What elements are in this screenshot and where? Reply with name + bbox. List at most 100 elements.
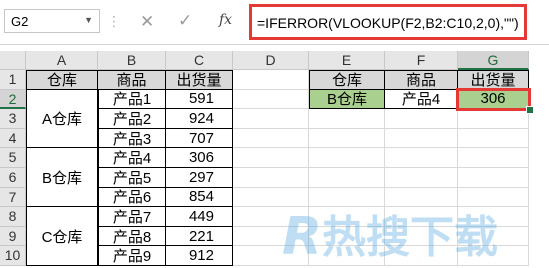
row-header-9[interactable]: 9: [0, 226, 26, 247]
row-header-7-text: 7: [8, 188, 17, 205]
quantity-cell-text: 854: [188, 188, 214, 206]
row-header-1[interactable]: 1: [0, 70, 26, 90]
cell[interactable]: [458, 148, 529, 168]
row-header-10[interactable]: 10: [0, 246, 26, 266]
row-header-5-text: 5: [8, 149, 17, 166]
row-header-8-text: 8: [8, 208, 17, 225]
cell[interactable]: [385, 168, 458, 188]
column-header-d-text: D: [265, 52, 276, 68]
product-cell-text: 产品5: [112, 169, 152, 187]
drag-handle-icon[interactable]: ⋮: [107, 13, 122, 30]
cell[interactable]: [233, 70, 309, 90]
quantity-cell[interactable]: 854: [166, 187, 233, 208]
watermark-logo-icon: R 热搜下载: [282, 207, 498, 266]
row-header-5[interactable]: 5: [0, 148, 26, 168]
column-header-g[interactable]: G: [458, 51, 529, 70]
row-header-3-text: 3: [8, 110, 17, 127]
column-header-c[interactable]: C: [166, 51, 233, 70]
quantity-cell-text: 591: [188, 90, 214, 108]
quantity-cell[interactable]: 912: [166, 246, 233, 266]
lookup-header-cell[interactable]: 商品: [385, 70, 458, 90]
table-header-cell[interactable]: 商品: [98, 70, 166, 90]
cell[interactable]: [233, 109, 309, 129]
column-header-e[interactable]: E: [309, 51, 385, 70]
cell[interactable]: [309, 148, 385, 168]
column-header-d[interactable]: D: [233, 51, 309, 70]
column-header-a[interactable]: A: [26, 51, 98, 70]
cancel-icon[interactable]: ✕: [140, 12, 154, 32]
cell[interactable]: [233, 89, 309, 110]
warehouse-merged-cell-text: B仓库: [41, 169, 82, 187]
column-header-a-text: A: [56, 52, 67, 68]
lookup-product-cell[interactable]: 产品4: [385, 89, 458, 110]
insert-function-icon[interactable]: fx: [219, 12, 232, 28]
row-header-4[interactable]: 4: [0, 128, 26, 149]
cell[interactable]: [233, 128, 309, 149]
warehouse-merged-cell[interactable]: C仓库: [26, 207, 98, 266]
quantity-cell-text: 297: [188, 168, 214, 186]
product-cell-text: 产品3: [112, 130, 152, 148]
quantity-cell[interactable]: 924: [166, 109, 233, 129]
lookup-warehouse-cell[interactable]: B仓库: [309, 89, 385, 110]
quantity-cell[interactable]: 306: [166, 148, 233, 168]
quantity-cell[interactable]: 221: [166, 226, 233, 247]
product-cell[interactable]: 产品8: [98, 226, 166, 247]
select-all-corner[interactable]: [0, 51, 26, 70]
row-header-7[interactable]: 7: [0, 187, 26, 208]
table-header-cell-text: 商品: [116, 72, 147, 90]
cell[interactable]: [458, 128, 529, 149]
quantity-cell[interactable]: 707: [166, 128, 233, 149]
product-cell[interactable]: 产品3: [98, 128, 166, 149]
name-box[interactable]: G2 ▼: [4, 9, 100, 33]
column-header-b[interactable]: B: [98, 51, 166, 70]
quantity-cell[interactable]: 449: [166, 207, 233, 227]
column-header-f[interactable]: F: [385, 51, 458, 70]
cell[interactable]: [385, 187, 458, 208]
cell[interactable]: [309, 168, 385, 188]
warehouse-merged-cell-text: C仓库: [41, 228, 83, 246]
svg-text:R: R: [282, 207, 322, 266]
chevron-down-icon[interactable]: ▼: [84, 15, 93, 25]
cell[interactable]: [385, 109, 458, 129]
table-header-cell[interactable]: 仓库: [26, 70, 98, 90]
product-cell[interactable]: 产品2: [98, 109, 166, 129]
formula-bar-area: G2 ▼ ⋮ ✕ ✓ fx =IFERROR(VLOOKUP(F2,B2:C10…: [0, 0, 549, 45]
quantity-cell[interactable]: 591: [166, 89, 233, 110]
lookup-header-cell-text: 仓库: [331, 72, 362, 90]
cell[interactable]: [309, 128, 385, 149]
table-header-cell[interactable]: 出货量: [166, 70, 233, 90]
product-cell-text: 产品7: [112, 208, 152, 226]
cell[interactable]: [458, 168, 529, 188]
cell[interactable]: [233, 148, 309, 168]
row-header-8[interactable]: 8: [0, 207, 26, 227]
formula-text: =IFERROR(VLOOKUP(F2,B2:C10,2,0),""): [257, 15, 519, 31]
row-header-3[interactable]: 3: [0, 109, 26, 129]
quantity-cell[interactable]: 297: [166, 168, 233, 188]
cell[interactable]: [458, 109, 529, 129]
fill-handle[interactable]: [526, 106, 534, 115]
row-header-2[interactable]: 2: [0, 89, 26, 110]
cell[interactable]: [385, 148, 458, 168]
cell[interactable]: [385, 128, 458, 149]
warehouse-merged-cell[interactable]: B仓库: [26, 148, 98, 208]
product-cell[interactable]: 产品5: [98, 168, 166, 188]
cell[interactable]: [458, 187, 529, 208]
product-cell[interactable]: 产品9: [98, 246, 166, 266]
row-header-6-text: 6: [8, 169, 17, 185]
quantity-cell-text: 912: [188, 247, 214, 265]
formula-input[interactable]: =IFERROR(VLOOKUP(F2,B2:C10,2,0),""): [249, 4, 527, 40]
enter-check-icon[interactable]: ✓: [178, 11, 192, 31]
cell[interactable]: [233, 168, 309, 188]
cell[interactable]: [309, 109, 385, 129]
product-cell[interactable]: 产品7: [98, 207, 166, 227]
cell[interactable]: [309, 187, 385, 208]
product-cell[interactable]: 产品6: [98, 187, 166, 208]
cell[interactable]: [233, 187, 309, 208]
lookup-header-cell[interactable]: 仓库: [309, 70, 385, 90]
warehouse-merged-cell[interactable]: A仓库: [26, 89, 98, 149]
row-header-6[interactable]: 6: [0, 168, 26, 188]
quantity-cell-text: 449: [188, 207, 214, 225]
column-header-g-text: G: [487, 52, 499, 68]
product-cell[interactable]: 产品4: [98, 148, 166, 168]
product-cell[interactable]: 产品1: [98, 89, 166, 110]
